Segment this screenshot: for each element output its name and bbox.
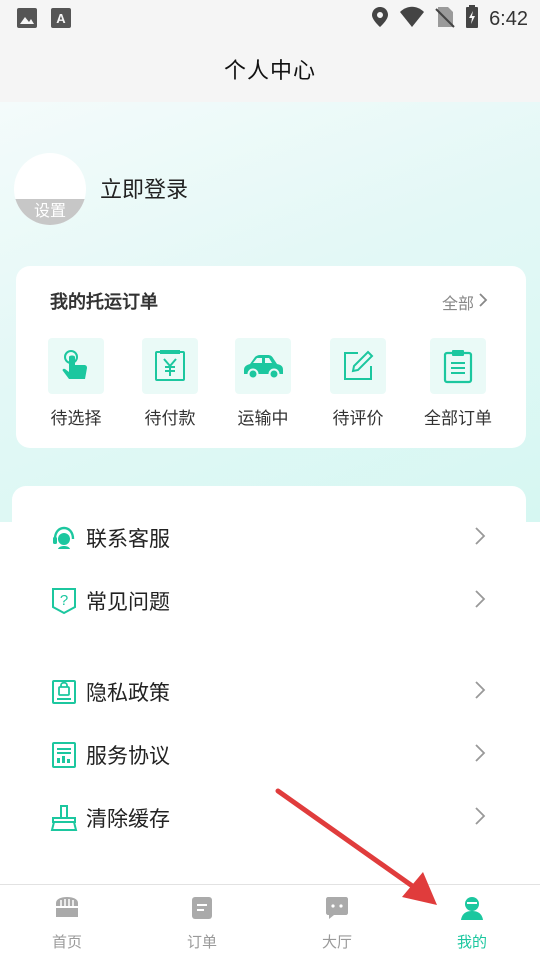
menu-card: 联系客服 ? 常见问题 隐私政策 服务协议 清除缓存 — [12, 486, 526, 874]
order-item-label: 待付款 — [144, 409, 196, 429]
yen-receipt-icon — [142, 338, 198, 394]
menu-item-customer-service[interactable]: 联系客服 — [12, 510, 526, 566]
hall-icon — [324, 895, 350, 925]
tap-hand-icon — [48, 338, 104, 394]
order-pending-payment[interactable]: 待付款 — [130, 338, 210, 429]
car-icon — [235, 338, 291, 394]
order-in-transit[interactable]: 运输中 — [223, 338, 303, 429]
status-bar: A 6:42 — [0, 0, 540, 36]
menu-item-label: 清除缓存 — [86, 807, 170, 831]
home-icon — [53, 895, 81, 925]
menu-item-privacy[interactable]: 隐私政策 — [12, 664, 526, 720]
order-icon — [190, 895, 214, 925]
settings-label[interactable]: 设置 — [14, 199, 86, 225]
wifi-icon — [399, 6, 425, 32]
image-icon — [16, 7, 38, 33]
order-item-label: 全部订单 — [424, 409, 492, 429]
menu-item-label: 常见问题 — [86, 590, 170, 614]
chevron-right-icon — [474, 680, 486, 704]
status-time: 6:42 — [489, 7, 528, 30]
tab-hall[interactable]: 大厅 — [297, 895, 377, 952]
header: 个人中心 — [0, 36, 540, 102]
bottom-tab-bar: 首页 订单 大厅 我的 — [0, 884, 540, 960]
brush-icon — [50, 804, 78, 832]
svg-text:?: ? — [60, 592, 68, 609]
order-item-label: 待选择 — [50, 409, 102, 429]
chevron-right-icon — [474, 743, 486, 767]
tab-label: 订单 — [186, 933, 217, 951]
tab-home[interactable]: 首页 — [27, 895, 107, 952]
order-pending-review[interactable]: 待评价 — [318, 338, 398, 429]
chevron-right-icon — [478, 292, 488, 312]
edit-icon — [330, 338, 386, 394]
profile-icon — [459, 895, 485, 925]
all-orders-label: 全部 — [441, 294, 474, 313]
login-link[interactable]: 立即登录 — [100, 172, 188, 204]
tab-profile[interactable]: 我的 — [432, 895, 512, 952]
clipboard-icon — [430, 338, 486, 394]
chevron-right-icon — [474, 526, 486, 550]
order-item-label: 运输中 — [237, 409, 289, 429]
menu-item-label: 联系客服 — [86, 527, 170, 551]
menu-item-clear-cache[interactable]: 清除缓存 — [12, 790, 526, 846]
battery-charging-icon — [465, 5, 479, 33]
page-title: 个人中心 — [223, 59, 316, 84]
text-a-icon: A — [50, 7, 72, 33]
chevron-right-icon — [474, 589, 486, 613]
avatar[interactable]: 设置 — [14, 153, 86, 225]
orders-title: 我的托运订单 — [50, 292, 158, 313]
order-item-label: 待评价 — [332, 409, 384, 429]
chevron-right-icon — [474, 806, 486, 830]
orders-card: 我的托运订单 全部 待选择 待付款 运输中 待评价 全部订单 — [16, 266, 526, 448]
menu-item-faq[interactable]: ? 常见问题 — [12, 573, 526, 629]
tab-label: 首页 — [51, 933, 82, 951]
location-icon — [371, 6, 389, 32]
agreement-icon — [50, 741, 78, 769]
privacy-icon — [50, 678, 78, 706]
menu-item-label: 服务协议 — [86, 744, 170, 768]
headset-icon — [50, 524, 78, 552]
tab-orders[interactable]: 订单 — [162, 895, 242, 952]
no-sim-icon — [435, 6, 455, 32]
order-pending-select[interactable]: 待选择 — [36, 338, 116, 429]
tab-label: 我的 — [456, 933, 487, 951]
order-all[interactable]: 全部订单 — [418, 338, 498, 429]
question-icon: ? — [50, 587, 78, 615]
all-orders-link[interactable]: 全部 — [442, 290, 488, 314]
menu-item-service-agreement[interactable]: 服务协议 — [12, 727, 526, 783]
svg-text:A: A — [56, 11, 66, 26]
tab-label: 大厅 — [321, 933, 352, 951]
menu-item-label: 隐私政策 — [86, 681, 170, 705]
